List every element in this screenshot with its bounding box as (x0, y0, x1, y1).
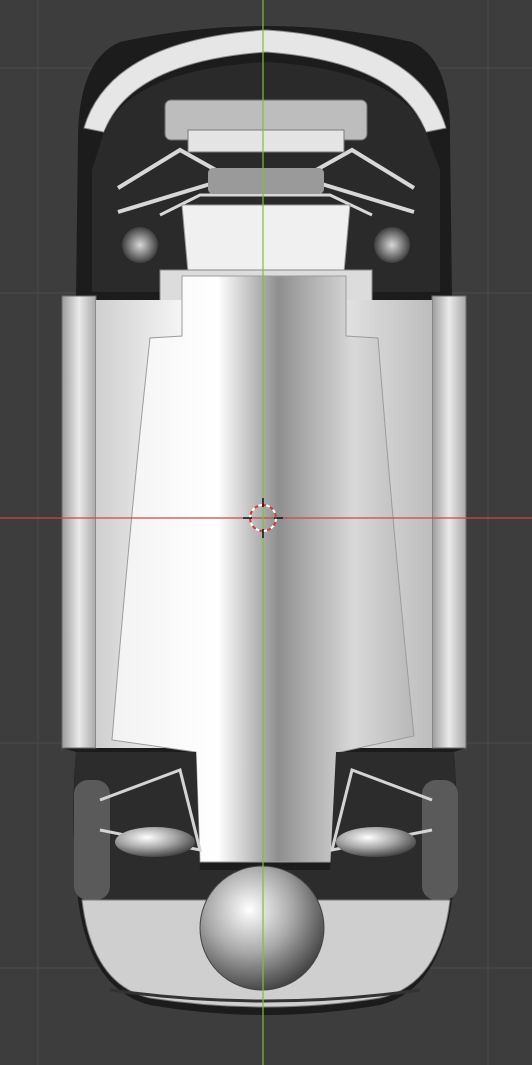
left-side-sill (61, 295, 97, 749)
rear-left-shock (115, 827, 195, 857)
3d-viewport[interactable] (0, 0, 532, 1065)
differential-housing (199, 865, 325, 991)
right-side-sill (431, 295, 467, 749)
front-left-hub (122, 227, 158, 263)
rear-right-shock (336, 827, 416, 857)
car-model[interactable] (61, 26, 467, 1015)
viewport-canvas[interactable] (0, 0, 532, 1065)
front-right-hub (374, 227, 410, 263)
